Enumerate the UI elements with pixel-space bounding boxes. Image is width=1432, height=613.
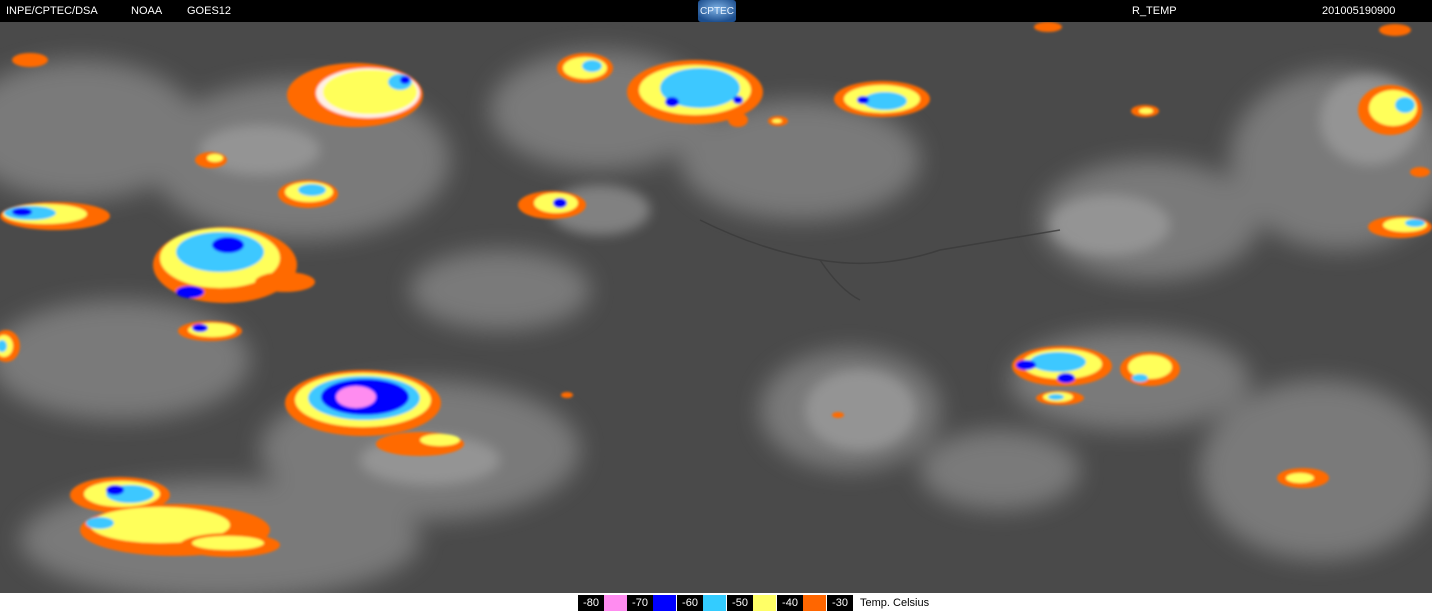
legend-label: -70 (627, 595, 653, 611)
header-bar: INPE/CPTEC/DSA NOAA GOES12 CPTEC R_TEMP … (0, 0, 1432, 22)
storm-cell (834, 81, 930, 117)
storm-cell (287, 63, 423, 127)
legend-label: -30 (827, 595, 853, 611)
storm-cell (1131, 105, 1159, 117)
storm-cell (178, 321, 242, 341)
storm-cell (1368, 216, 1432, 238)
legend-swatch (703, 595, 726, 611)
legend-label: -40 (777, 595, 803, 611)
agency-label: INPE/CPTEC/DSA (6, 5, 98, 17)
cptec-logo: CPTEC (698, 0, 736, 22)
legend-label: -60 (677, 595, 703, 611)
temperature-legend: -80 -70 -60 -50 -40 -30 Temp. Celsius (0, 593, 1432, 613)
storm-cell (518, 191, 586, 219)
legend-swatch (753, 595, 776, 611)
legend-label: -50 (727, 595, 753, 611)
timestamp-label: 201005190900 (1322, 5, 1396, 17)
legend-unit: Temp. Celsius (860, 597, 930, 609)
storm-cell (0, 202, 110, 230)
legend-label: -80 (578, 595, 604, 611)
storm-cell (278, 180, 338, 208)
satellite-image (0, 22, 1432, 593)
provider-label: NOAA (131, 5, 163, 17)
storm-cell (195, 152, 227, 168)
legend-swatch (604, 595, 627, 611)
product-label: R_TEMP (1132, 5, 1177, 17)
legend-swatch (653, 595, 676, 611)
storm-cell (1277, 468, 1329, 488)
legend-swatch (803, 595, 826, 611)
satellite-label: GOES12 (187, 5, 232, 17)
storm-cell (557, 53, 613, 83)
logo-text: CPTEC (700, 6, 734, 17)
storm-cell (1358, 85, 1422, 135)
storm-cell (1120, 352, 1180, 386)
